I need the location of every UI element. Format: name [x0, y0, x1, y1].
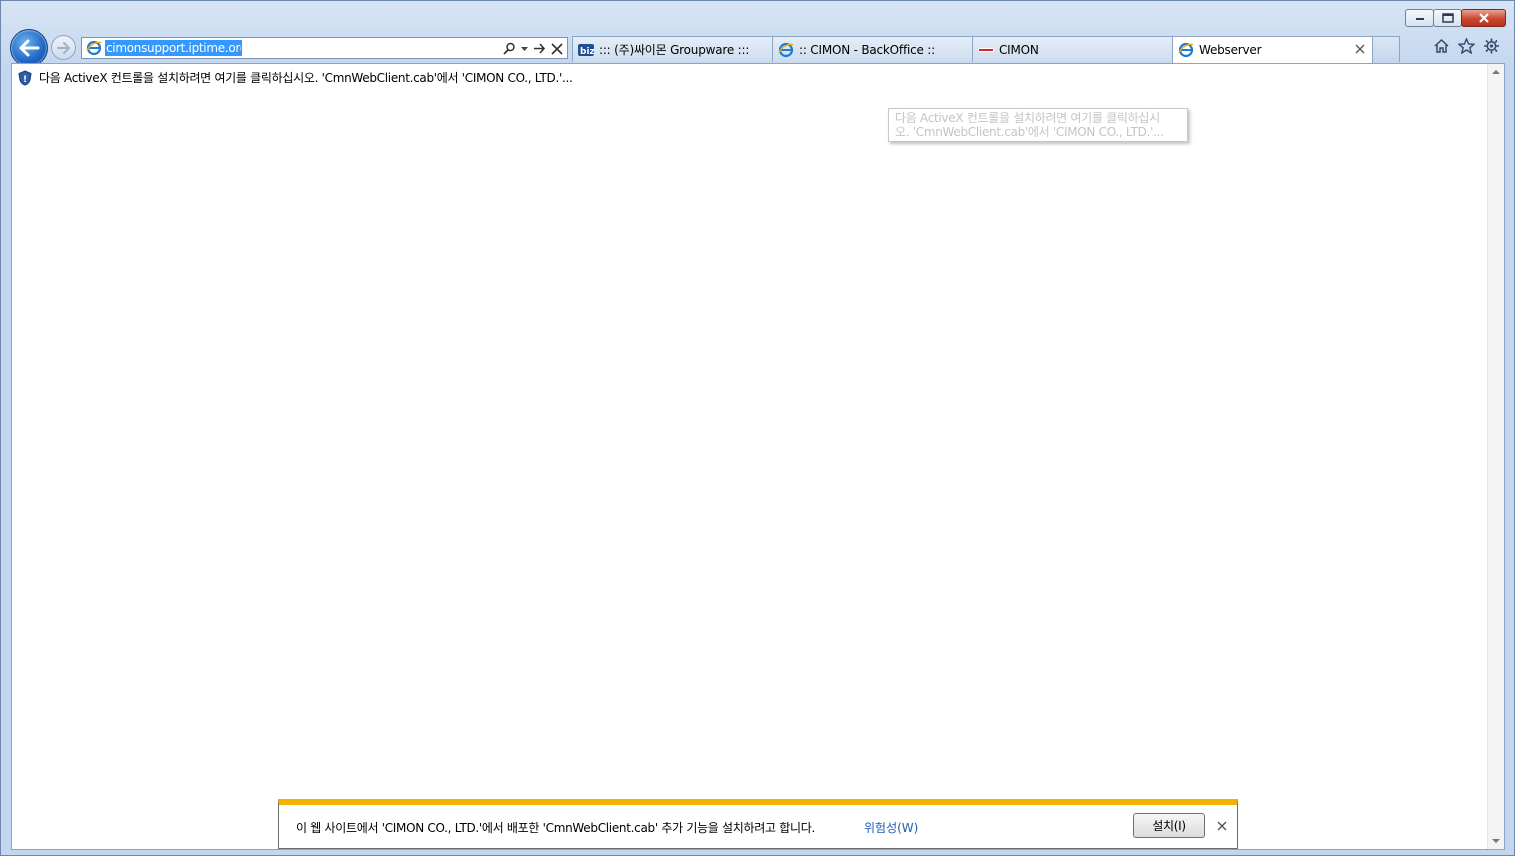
infobar-tooltip: 다음 ActiveX 컨트롤을 설치하려면 여기를 클릭하십시 오. 'CmnW… [888, 108, 1188, 142]
search-icon [503, 42, 515, 55]
cimon-favicon [978, 47, 994, 52]
star-icon [1458, 38, 1475, 54]
close-icon [1217, 821, 1227, 831]
tab-label: :: CIMON - BackOffice :: [799, 42, 935, 57]
minimize-icon [1415, 18, 1424, 20]
url-input[interactable] [105, 40, 242, 56]
close-icon [1478, 13, 1489, 23]
tab-groupware[interactable]: biz ::: (주)싸이몬 Groupware ::: [572, 36, 773, 62]
ie-page-icon [86, 40, 102, 56]
search-button[interactable] [503, 42, 516, 55]
back-button[interactable] [10, 29, 48, 67]
forward-button[interactable] [51, 35, 76, 60]
notification-message: 이 웹 사이트에서 'CIMON CO., LTD.'에서 배포한 'CmnWe… [296, 821, 816, 835]
tooltip-line-1: 다음 ActiveX 컨트롤을 설치하려면 여기를 클릭하십시 [895, 111, 1160, 125]
risk-link[interactable]: 위험성(W) [864, 819, 918, 836]
back-arrow-icon [19, 39, 40, 57]
tab-label: Webserver [1199, 43, 1262, 57]
go-arrow-icon [534, 42, 546, 54]
browser-window: biz ::: (주)싸이몬 Groupware ::: :: CIMON - … [0, 0, 1515, 856]
tab-webserver[interactable]: Webserver [1172, 36, 1373, 63]
search-dropdown-button[interactable] [521, 42, 528, 55]
activex-infobar[interactable]: ! 다음 ActiveX 컨트롤을 설치하려면 여기를 클릭하십시오. 'Cmn… [18, 69, 573, 86]
gear-icon [1484, 38, 1499, 54]
favorites-button[interactable] [1458, 38, 1475, 54]
stop-button[interactable] [551, 42, 563, 55]
close-icon [1355, 44, 1365, 54]
chevron-down-icon [521, 46, 528, 51]
maximize-button[interactable] [1433, 9, 1462, 27]
restore-icon [1441, 13, 1454, 23]
groupware-favicon: biz [578, 43, 594, 57]
infobar-message: 다음 ActiveX 컨트롤을 설치하려면 여기를 클릭하십시오. 'CmnWe… [39, 71, 573, 85]
svg-text:!: ! [23, 75, 27, 85]
svg-text:biz: biz [580, 47, 594, 57]
close-window-button[interactable] [1461, 9, 1506, 27]
tab-cimon[interactable]: CIMON [972, 36, 1173, 62]
scroll-up-icon[interactable] [1492, 69, 1500, 75]
tab-close-button[interactable] [1355, 43, 1365, 57]
vertical-scrollbar[interactable] [1487, 64, 1504, 849]
caption-buttons [1405, 9, 1506, 27]
notification-bar: 이 웹 사이트에서 'CIMON CO., LTD.'에서 배포한 'CmnWe… [278, 799, 1238, 849]
home-icon [1434, 38, 1449, 53]
command-icons [1425, 38, 1500, 54]
address-bar[interactable] [81, 37, 568, 59]
new-tab-button[interactable] [1372, 36, 1400, 62]
page-content: ! 다음 ActiveX 컨트롤을 설치하려면 여기를 클릭하십시오. 'Cmn… [11, 63, 1505, 850]
address-tools [498, 40, 563, 56]
stop-icon [551, 42, 563, 55]
ie-page-icon [778, 42, 794, 57]
home-button[interactable] [1433, 38, 1450, 54]
tab-label: ::: (주)싸이몬 Groupware ::: [599, 43, 750, 57]
tab-label: CIMON [999, 42, 1039, 57]
tools-button[interactable] [1483, 38, 1500, 54]
notification-close-button[interactable] [1217, 820, 1227, 834]
go-button[interactable] [533, 42, 546, 55]
install-button[interactable]: 설치(I) [1133, 813, 1205, 838]
tab-backoffice[interactable]: :: CIMON - BackOffice :: [772, 36, 973, 62]
ie-page-icon [1178, 42, 1194, 58]
forward-arrow-icon [56, 41, 70, 54]
tooltip-line-2: 오. 'CmnWebClient.cab'에서 'CIMON CO., LTD.… [895, 125, 1164, 139]
scroll-down-icon[interactable] [1492, 838, 1500, 844]
shield-icon: ! [18, 69, 32, 86]
minimize-button[interactable] [1405, 9, 1434, 27]
